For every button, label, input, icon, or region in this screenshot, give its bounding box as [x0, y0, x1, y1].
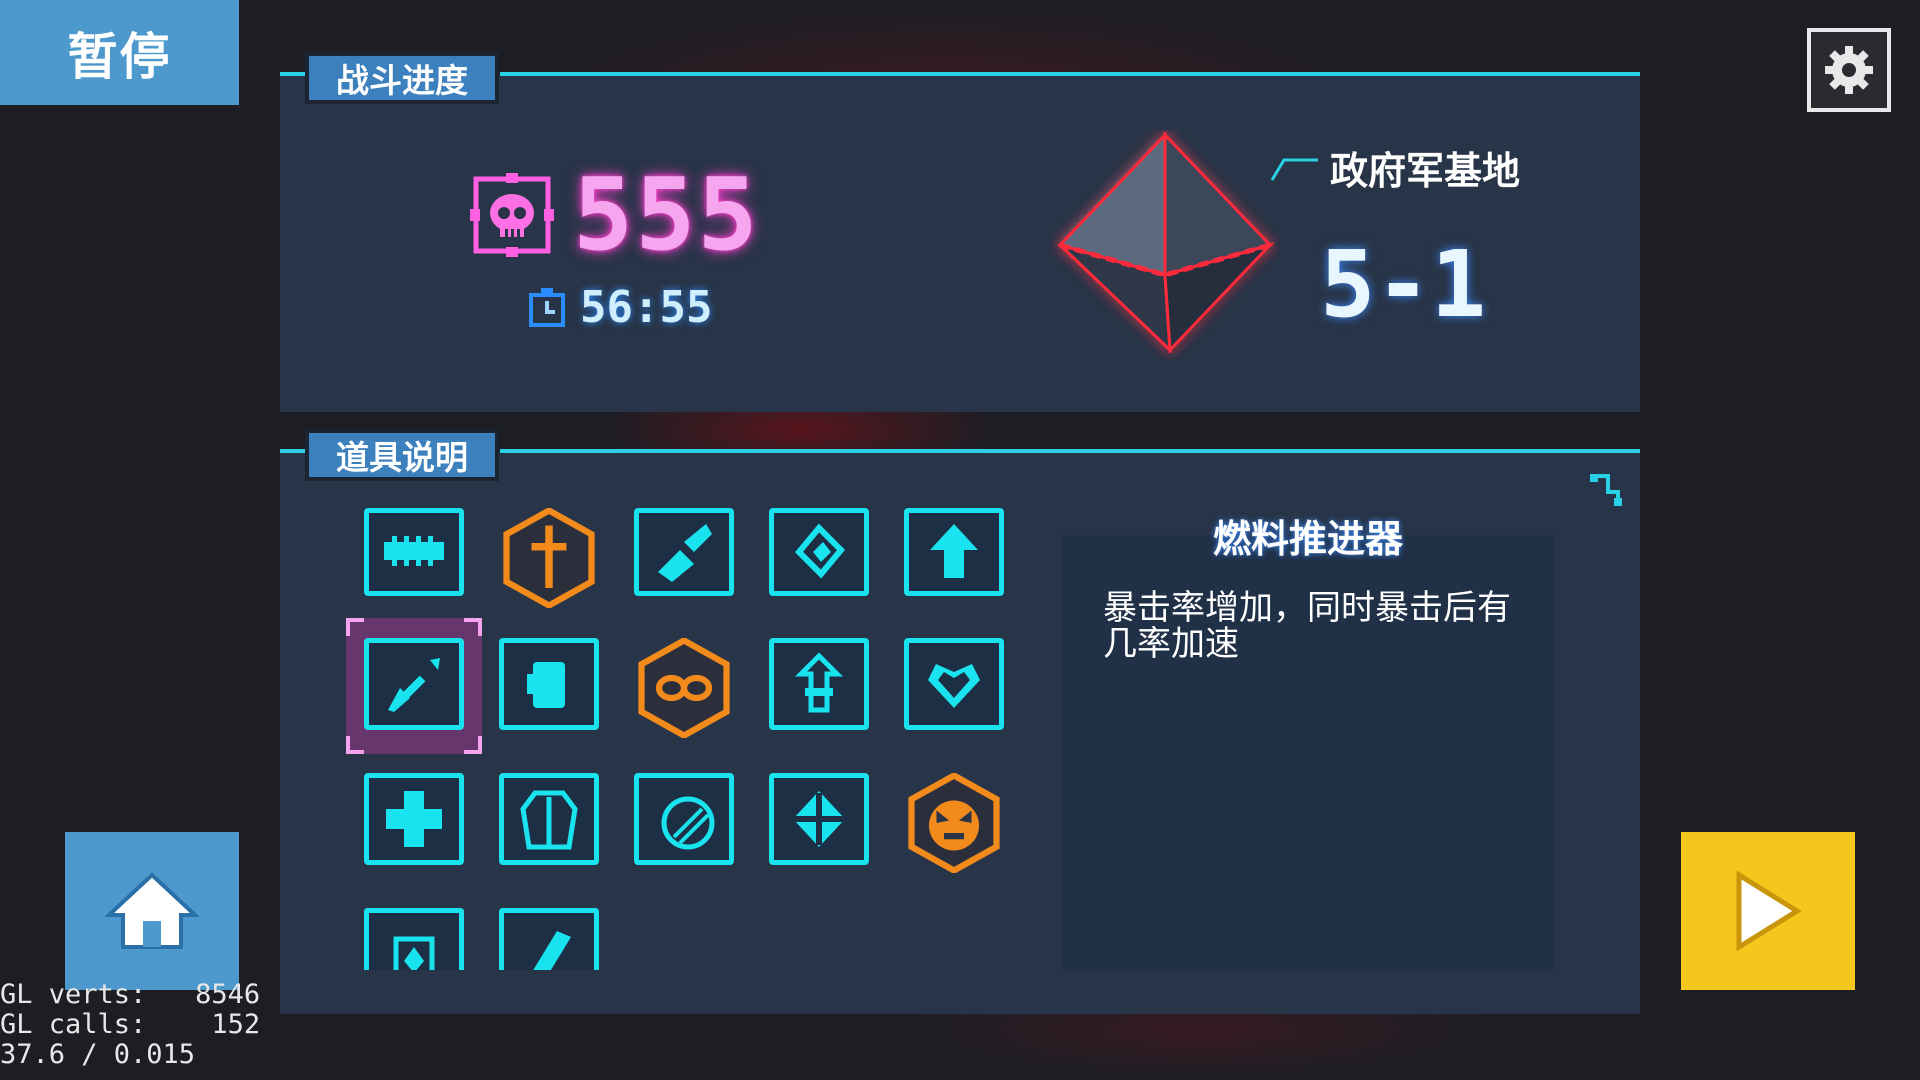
item-slot[interactable] [769, 773, 869, 865]
heart-shield-icon [928, 664, 980, 708]
item-slot[interactable] [364, 908, 464, 970]
sword-shield-icon [503, 508, 595, 608]
kill-count: 555 [573, 156, 760, 273]
energy-orb-icon [661, 796, 715, 850]
power-fist-icon [527, 662, 565, 708]
item-slot[interactable] [904, 638, 1004, 730]
location-pointer-line [1270, 158, 1318, 181]
octahedron-crystal-icon [1050, 130, 1280, 360]
skull-icon [470, 173, 554, 257]
demon-face-icon [908, 773, 1000, 873]
item-slot[interactable] [769, 638, 869, 730]
item-slot[interactable] [769, 508, 869, 596]
item-slot[interactable] [634, 508, 734, 596]
corner-arrow-icon[interactable] [1588, 472, 1624, 508]
debug-line: GL calls: 152 [0, 1009, 261, 1040]
debug-line: 37.6 / 0.015 [0, 1039, 196, 1070]
upgrade-plus-icon [794, 652, 844, 713]
item-slot[interactable] [364, 638, 464, 730]
tab-battle-progress: 战斗进度 [305, 52, 499, 104]
panel-divider [280, 449, 305, 453]
item-slot[interactable] [904, 508, 1004, 596]
shield-bounce-icon [794, 523, 846, 579]
ammo-belt-icon [384, 536, 444, 566]
item-slot[interactable] [499, 773, 599, 865]
item-slot[interactable] [499, 508, 599, 608]
play-icon [1736, 871, 1802, 951]
item-slot[interactable] [499, 908, 599, 970]
gear-icon [1825, 46, 1873, 94]
panel-divider [280, 72, 305, 76]
panel-divider [500, 72, 1640, 76]
item-slot[interactable] [634, 773, 734, 865]
debug-line: GL verts: 8546 [0, 979, 261, 1010]
item-slot[interactable] [499, 638, 599, 730]
item-slot[interactable] [904, 773, 1004, 873]
fuel-thruster-icon [388, 658, 440, 712]
location-name: 政府军基地 [1330, 149, 1521, 193]
home-button[interactable] [65, 832, 239, 990]
pause-title: 暂停 [0, 0, 239, 105]
item-description-text: 暴击率增加，同时暴击后有几率加速 [1103, 588, 1511, 664]
item-slot[interactable] [364, 508, 464, 596]
up-arrow-icon [930, 524, 978, 578]
infinity-mask-icon [638, 638, 730, 738]
debug-overlay: GL verts: 8546 GL calls: 152 37.6 / 0.015 [0, 980, 260, 1070]
item-description-title: 燃料推进器 [1212, 517, 1403, 561]
armor-vest-icon [520, 790, 578, 850]
home-icon [105, 872, 199, 949]
stage-number: 5-1 [1320, 231, 1487, 338]
flame-tank-icon [393, 936, 435, 970]
flame-cannon-icon [658, 524, 712, 582]
stopwatch-icon [527, 287, 567, 327]
battle-timer: 56:55 [580, 282, 713, 333]
blade-card-icon [533, 931, 571, 970]
settings-button[interactable] [1807, 28, 1891, 112]
crosshair-diamond-icon [793, 791, 845, 847]
item-slot[interactable] [364, 773, 464, 865]
panel-divider [500, 449, 1640, 453]
medkit-cross-icon [386, 791, 442, 847]
play-button[interactable] [1681, 832, 1855, 990]
item-slot[interactable] [634, 638, 734, 738]
tab-item-description: 道具说明 [305, 429, 499, 481]
